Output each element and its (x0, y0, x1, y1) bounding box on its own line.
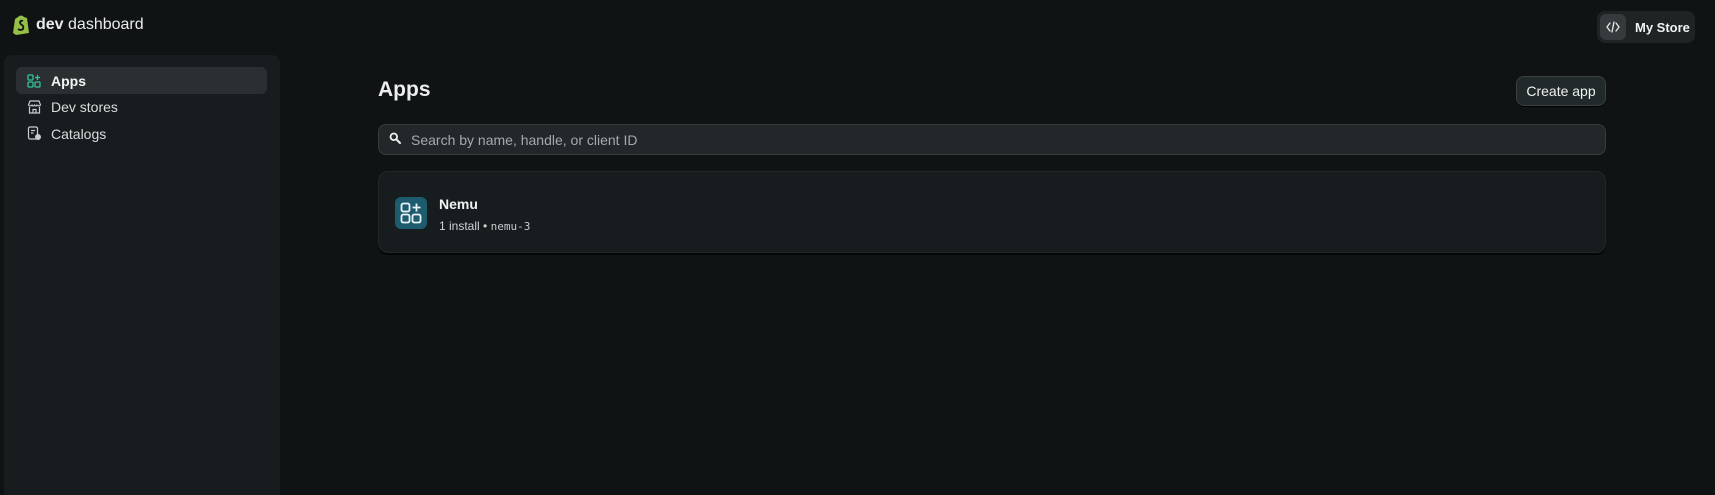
app-meta: 1 install • nemu-3 (439, 219, 530, 233)
sidebar-item-apps[interactable]: Apps (16, 67, 267, 94)
catalog-icon (26, 126, 42, 142)
store-switcher-button[interactable]: My Store (1597, 11, 1695, 43)
page-title: Apps (378, 78, 431, 101)
app-icon (395, 197, 427, 229)
brand-rest: dashboard (68, 15, 144, 33)
sidebar-item-label: Catalogs (51, 125, 107, 142)
meta-separator: • (483, 219, 488, 233)
app-card-nemu[interactable]: Nemu 1 install • nemu-3 (378, 171, 1606, 253)
sidebar: Apps Dev stores Catalogs (4, 55, 280, 495)
shopify-bag-icon (12, 14, 30, 35)
store-icon (26, 99, 42, 115)
dev-dashboard-logo[interactable]: dev dashboard (12, 14, 144, 35)
create-app-button[interactable]: Create app (1516, 76, 1606, 106)
search-icon (389, 131, 401, 149)
app-handle: nemu-3 (490, 220, 531, 233)
search-input[interactable] (411, 131, 1561, 148)
code-icon (1600, 14, 1626, 40)
apps-icon (26, 73, 42, 89)
top-bar: dev dashboard My Store (0, 0, 1715, 54)
search-box[interactable] (378, 124, 1606, 155)
sidebar-item-dev-stores[interactable]: Dev stores (16, 93, 267, 120)
sidebar-item-label: Dev stores (51, 98, 118, 115)
sidebar-item-catalogs[interactable]: Catalogs (16, 120, 267, 147)
install-count: 1 install (439, 219, 480, 233)
brand-bold: dev (36, 15, 64, 33)
store-label: My Store (1635, 19, 1690, 35)
sidebar-item-label: Apps (51, 72, 86, 89)
app-name: Nemu (439, 196, 478, 212)
